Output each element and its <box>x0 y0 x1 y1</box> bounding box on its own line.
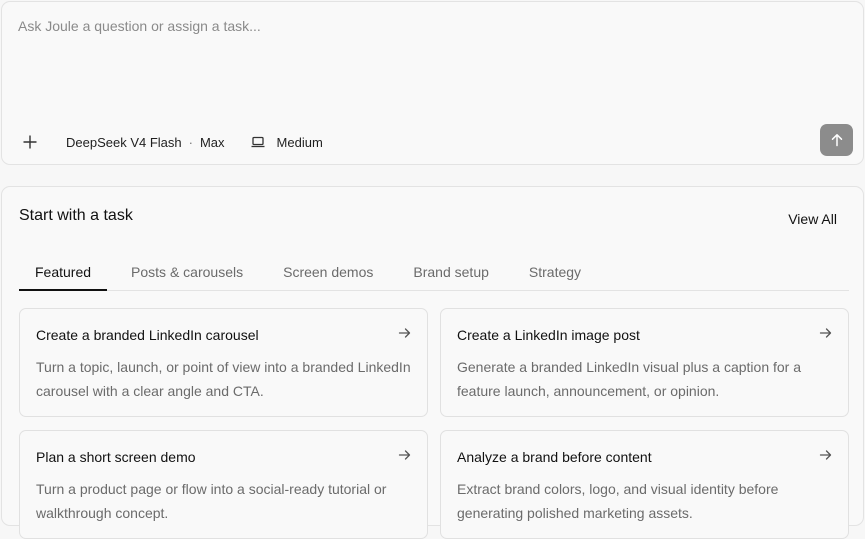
tab-posts-carousels[interactable]: Posts & carousels <box>115 251 259 291</box>
effort-selector[interactable]: Medium <box>251 134 323 150</box>
arrow-right-icon <box>398 450 411 460</box>
card-description: Turn a product page or flow into a socia… <box>36 481 387 521</box>
tab-screen-demos[interactable]: Screen demos <box>267 251 389 291</box>
attach-button[interactable] <box>18 130 42 154</box>
laptop-icon <box>251 134 267 150</box>
tab-featured[interactable]: Featured <box>19 251 108 291</box>
card-title: Analyze a brand before content <box>457 449 652 465</box>
effort-label: Medium <box>276 134 323 150</box>
task-card-linkedin-image-post[interactable]: Create a LinkedIn image post Generate a … <box>440 308 849 417</box>
tab-brand-setup[interactable]: Brand setup <box>397 251 505 291</box>
composer-toolbar: DeepSeek V4 Flash · Max Medium <box>18 130 323 154</box>
tab-strategy[interactable]: Strategy <box>513 251 597 291</box>
model-name: DeepSeek V4 Flash <box>66 134 182 150</box>
plus-icon <box>23 135 37 149</box>
panel-title: Start with a task <box>19 207 133 224</box>
prompt-input[interactable] <box>18 18 818 34</box>
task-card-linkedin-carousel[interactable]: Create a branded LinkedIn carousel Turn … <box>19 308 428 417</box>
model-mode: Max <box>199 134 225 150</box>
task-panel: Start with a task View All Featured Post… <box>1 186 864 539</box>
card-title: Create a LinkedIn image post <box>457 327 640 343</box>
send-button[interactable] <box>820 124 853 156</box>
card-description: Turn a topic, launch, or point of view i… <box>36 359 411 399</box>
card-title: Plan a short screen demo <box>36 449 196 465</box>
task-card-screen-demo[interactable]: Plan a short screen demo Turn a product … <box>19 430 428 539</box>
arrow-right-icon <box>819 450 832 460</box>
model-separator: · <box>188 134 193 150</box>
task-tabs: Featured Posts & carousels Screen demos … <box>19 251 849 291</box>
task-card-analyze-brand[interactable]: Analyze a brand before content Extract b… <box>440 430 849 539</box>
card-description: Extract brand colors, logo, and visual i… <box>457 481 779 521</box>
card-description: Generate a branded LinkedIn visual plus … <box>457 359 802 399</box>
prompt-composer: DeepSeek V4 Flash · Max Medium <box>1 1 864 165</box>
card-title: Create a branded LinkedIn carousel <box>36 327 259 343</box>
view-all-link[interactable]: View All <box>788 211 837 227</box>
arrow-up-icon <box>831 134 842 147</box>
model-selector[interactable]: DeepSeek V4 Flash · Max <box>66 135 225 150</box>
arrow-right-icon <box>819 328 832 338</box>
arrow-right-icon <box>398 328 411 338</box>
